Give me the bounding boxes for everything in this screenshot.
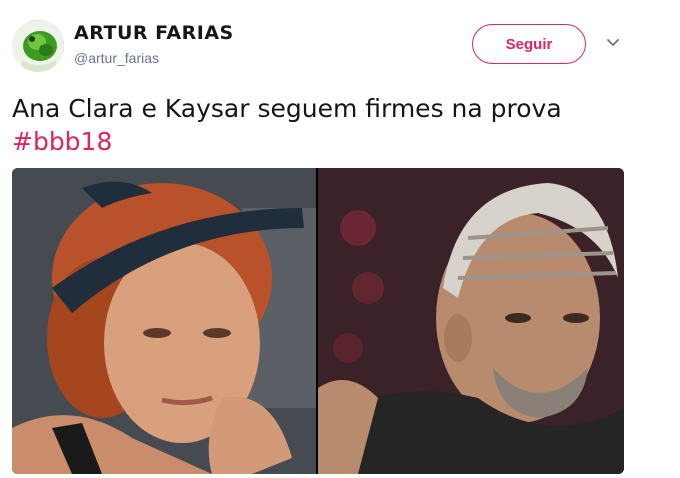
man-photo	[318, 168, 624, 474]
author-handle[interactable]: @artur_farias	[74, 50, 159, 66]
tweet-text: Ana Clara e Kaysar seguem firmes na prov…	[12, 92, 652, 158]
author-name[interactable]: ARTUR FARIAS	[74, 22, 234, 44]
follow-button[interactable]: Seguir	[472, 24, 586, 64]
photo-left[interactable]	[12, 168, 316, 474]
hashtag-link[interactable]: #bbb18	[12, 125, 112, 158]
photo-right[interactable]	[318, 168, 624, 474]
avatar-image	[12, 20, 64, 72]
tweet-body: Ana Clara e Kaysar seguem firmes na prov…	[12, 94, 562, 123]
tweet-media[interactable]	[12, 168, 624, 474]
avatar[interactable]	[12, 20, 64, 72]
woman-photo	[12, 168, 316, 474]
tweet-card: ARTUR FARIAS @artur_farias Seguir Ana Cl…	[0, 0, 680, 478]
chevron-down-icon[interactable]	[604, 36, 622, 50]
